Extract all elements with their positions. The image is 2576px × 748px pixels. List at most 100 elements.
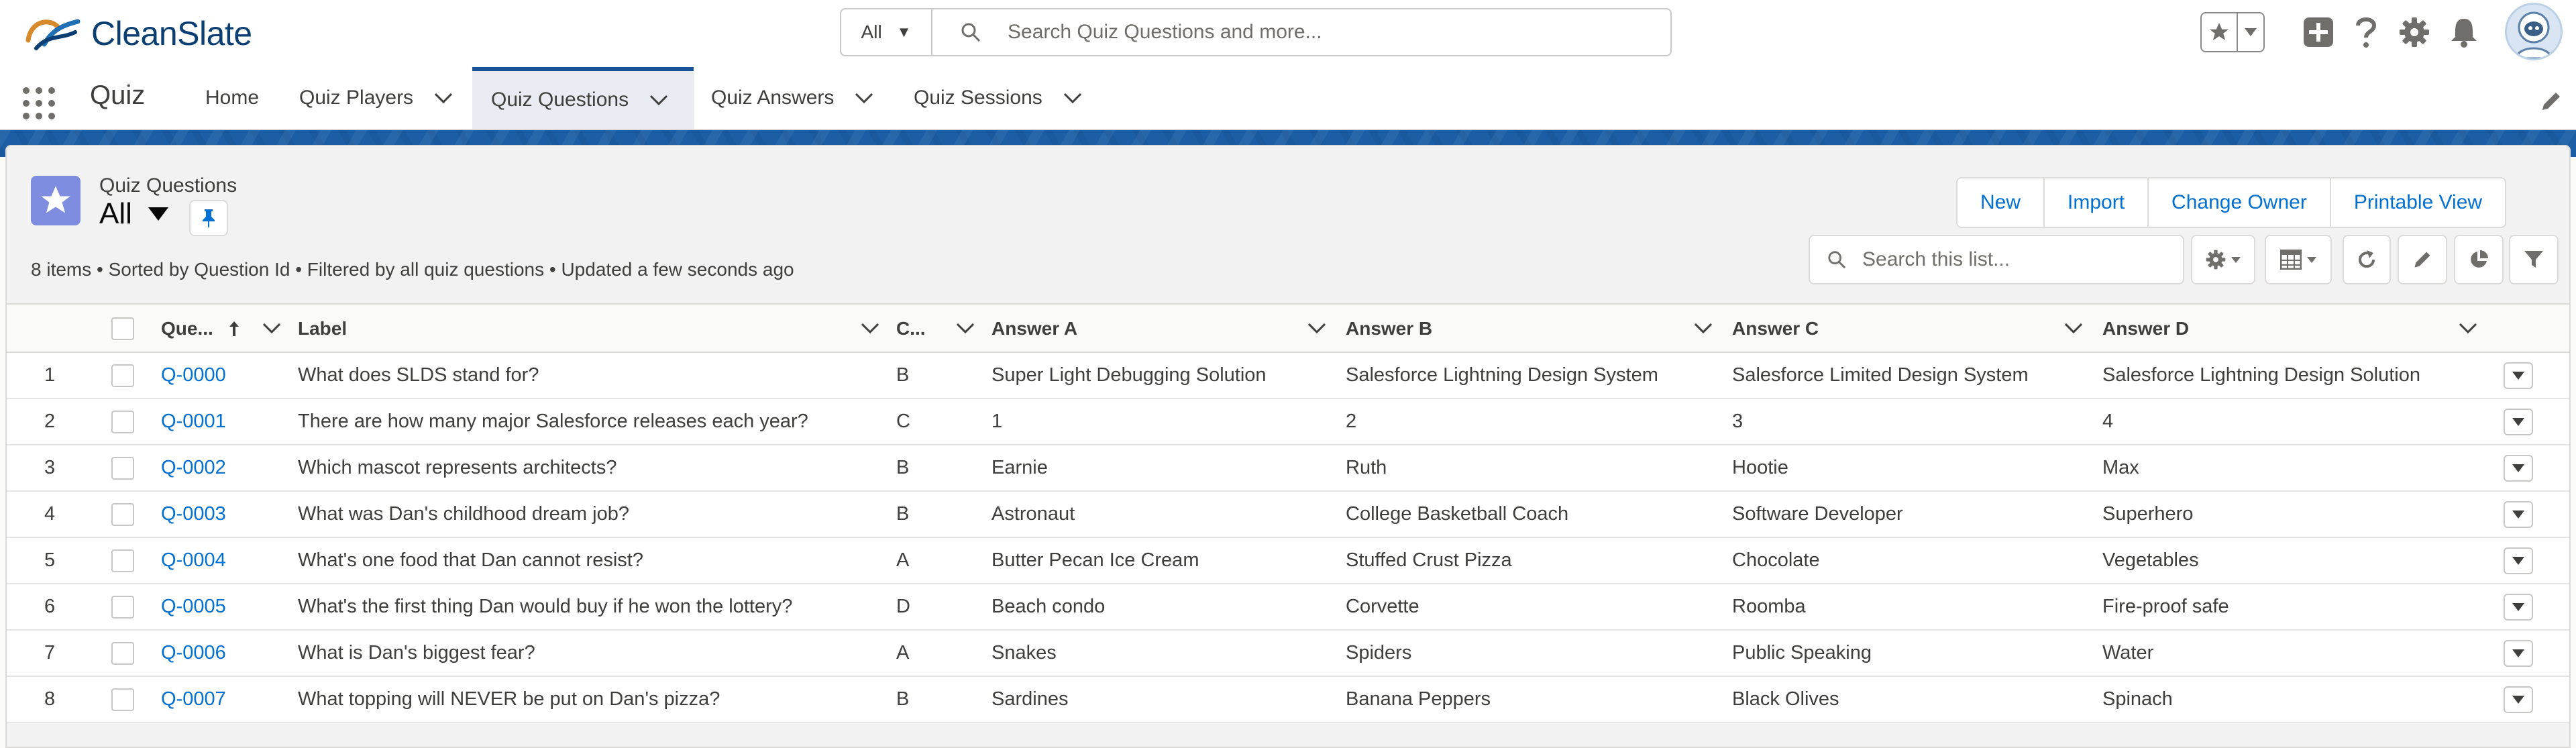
- global-actions-add-icon[interactable]: [2300, 12, 2337, 52]
- question-id-link[interactable]: Q-0006: [161, 631, 226, 676]
- tab-home[interactable]: Home: [205, 67, 259, 129]
- change-owner-button[interactable]: Change Owner: [2149, 178, 2331, 227]
- setup-gear-icon[interactable]: [2398, 12, 2431, 52]
- table-display-icon: [2280, 250, 2302, 270]
- cell-correct: C: [896, 411, 910, 432]
- row-actions-menu-button[interactable]: [2504, 501, 2533, 528]
- cell-answer-a: Astronaut: [991, 503, 1075, 525]
- avatar[interactable]: [2505, 3, 2563, 60]
- row-actions-menu-button[interactable]: [2504, 409, 2533, 435]
- row-actions-menu-button[interactable]: [2504, 547, 2533, 574]
- row-checkbox[interactable]: [111, 641, 134, 665]
- tab-quiz-players[interactable]: Quiz Players: [299, 67, 453, 129]
- caret-down-icon: [2512, 603, 2524, 611]
- table-row: 7 Q-0006 What is Dan's biggest fear? A S…: [7, 631, 2569, 677]
- question-id-link[interactable]: Q-0004: [161, 538, 226, 583]
- select-all-checkbox[interactable]: [111, 305, 134, 353]
- cell-answer-d: Fire-proof safe: [2102, 596, 2229, 617]
- tab-label: Quiz Answers: [711, 87, 835, 109]
- chevron-down-icon[interactable]: [2063, 322, 2084, 334]
- cell-label: What's one food that Dan cannot resist?: [298, 549, 643, 571]
- chevron-down-icon[interactable]: [854, 92, 874, 104]
- cell-label: What is Dan's biggest fear?: [298, 642, 535, 663]
- app-launcher-waffle-icon[interactable]: [23, 87, 55, 119]
- chevron-down-icon[interactable]: [955, 322, 975, 334]
- global-search: All ▼ Search Quiz Questions and more...: [840, 8, 1672, 56]
- list-view-picker[interactable]: All: [99, 197, 168, 231]
- row-checkbox[interactable]: [111, 595, 134, 619]
- column-header-label: Label: [298, 318, 347, 339]
- column-header-label[interactable]: Label: [298, 305, 880, 353]
- column-header-answer-a[interactable]: Answer A: [991, 305, 1327, 353]
- pin-list-view-button[interactable]: [189, 200, 228, 236]
- checkbox[interactable]: [111, 317, 134, 340]
- tab-quiz-questions[interactable]: Quiz Questions: [472, 67, 694, 129]
- row-checkbox[interactable]: [111, 549, 134, 572]
- caret-down-icon: [2512, 511, 2524, 519]
- question-id-link[interactable]: Q-0000: [161, 353, 226, 398]
- caret-down-icon: [2512, 372, 2524, 380]
- global-search-input[interactable]: Search Quiz Questions and more...: [932, 9, 1670, 55]
- tab-quiz-answers[interactable]: Quiz Answers: [711, 67, 874, 129]
- column-header-question-id[interactable]: Que...: [161, 305, 282, 353]
- row-checkbox[interactable]: [111, 502, 134, 526]
- cell-answer-d: Vegetables: [2102, 549, 2199, 571]
- cleanslate-logo[interactable]: CleanSlate: [24, 12, 252, 55]
- question-id-link[interactable]: Q-0003: [161, 492, 226, 537]
- favorites-button[interactable]: [2200, 12, 2265, 52]
- cell-answer-a: Super Light Debugging Solution: [991, 364, 1267, 386]
- edit-nav-pencil-icon[interactable]: [2540, 90, 2563, 113]
- question-id-link[interactable]: Q-0007: [161, 677, 226, 722]
- question-id-link[interactable]: Q-0001: [161, 399, 226, 444]
- caret-down-icon: [148, 207, 168, 221]
- row-checkbox[interactable]: [111, 688, 134, 711]
- inline-edit-button[interactable]: [2398, 235, 2447, 284]
- row-actions-menu-button[interactable]: [2504, 455, 2533, 482]
- table-row: 4 Q-0003 What was Dan's childhood dream …: [7, 492, 2569, 538]
- cell-correct: B: [896, 457, 910, 478]
- tab-quiz-sessions[interactable]: Quiz Sessions: [914, 67, 1083, 129]
- display-as-table-button[interactable]: [2265, 235, 2332, 284]
- chevron-down-icon[interactable]: [649, 94, 669, 106]
- cell-answer-c: Public Speaking: [1732, 642, 1872, 663]
- column-header-label: Que...: [161, 318, 213, 339]
- chevron-down-icon[interactable]: [1307, 322, 1327, 334]
- refresh-button[interactable]: [2343, 235, 2391, 284]
- search-scope-select[interactable]: All ▼: [841, 9, 932, 55]
- row-actions-menu-button[interactable]: [2504, 594, 2533, 621]
- question-id-link[interactable]: Q-0005: [161, 584, 226, 629]
- column-header-answer-b[interactable]: Answer B: [1346, 305, 1713, 353]
- row-actions-menu-button[interactable]: [2504, 362, 2533, 389]
- logo-swoosh-icon: [25, 19, 80, 50]
- caret-down-icon: [2512, 418, 2524, 426]
- chevron-down-icon[interactable]: [2458, 322, 2478, 334]
- chevron-down-icon[interactable]: [433, 92, 453, 104]
- notifications-bell-icon[interactable]: [2447, 12, 2481, 52]
- chevron-down-icon[interactable]: [1063, 92, 1083, 104]
- row-actions-menu-button[interactable]: [2504, 686, 2533, 713]
- row-checkbox[interactable]: [111, 364, 134, 387]
- question-id-link[interactable]: Q-0002: [161, 445, 226, 490]
- new-button[interactable]: New: [1957, 178, 2045, 227]
- chevron-down-icon[interactable]: [262, 322, 282, 334]
- column-header-answer-d[interactable]: Answer D: [2102, 305, 2478, 353]
- row-actions-menu-button[interactable]: [2504, 640, 2533, 667]
- list-search-input[interactable]: Search this list...: [1809, 235, 2184, 284]
- column-header-correct[interactable]: C...: [896, 305, 975, 353]
- charts-button[interactable]: [2454, 235, 2504, 284]
- chevron-down-icon[interactable]: [1693, 322, 1713, 334]
- cell-correct: B: [896, 364, 910, 386]
- row-checkbox[interactable]: [111, 456, 134, 480]
- row-number: 7: [44, 642, 56, 663]
- filters-button[interactable]: [2509, 235, 2559, 284]
- printable-view-button[interactable]: Printable View: [2331, 178, 2505, 227]
- cell-answer-b: Stuffed Crust Pizza: [1346, 549, 1512, 571]
- row-checkbox[interactable]: [111, 410, 134, 433]
- column-header-answer-c[interactable]: Answer C: [1732, 305, 2084, 353]
- column-header-label: Answer D: [2102, 318, 2190, 339]
- chevron-down-icon[interactable]: [860, 322, 880, 334]
- list-view-controls-button[interactable]: [2191, 235, 2255, 284]
- favorites-menu-caret-icon[interactable]: [2238, 28, 2263, 36]
- help-icon[interactable]: [2349, 12, 2383, 52]
- import-button[interactable]: Import: [2045, 178, 2149, 227]
